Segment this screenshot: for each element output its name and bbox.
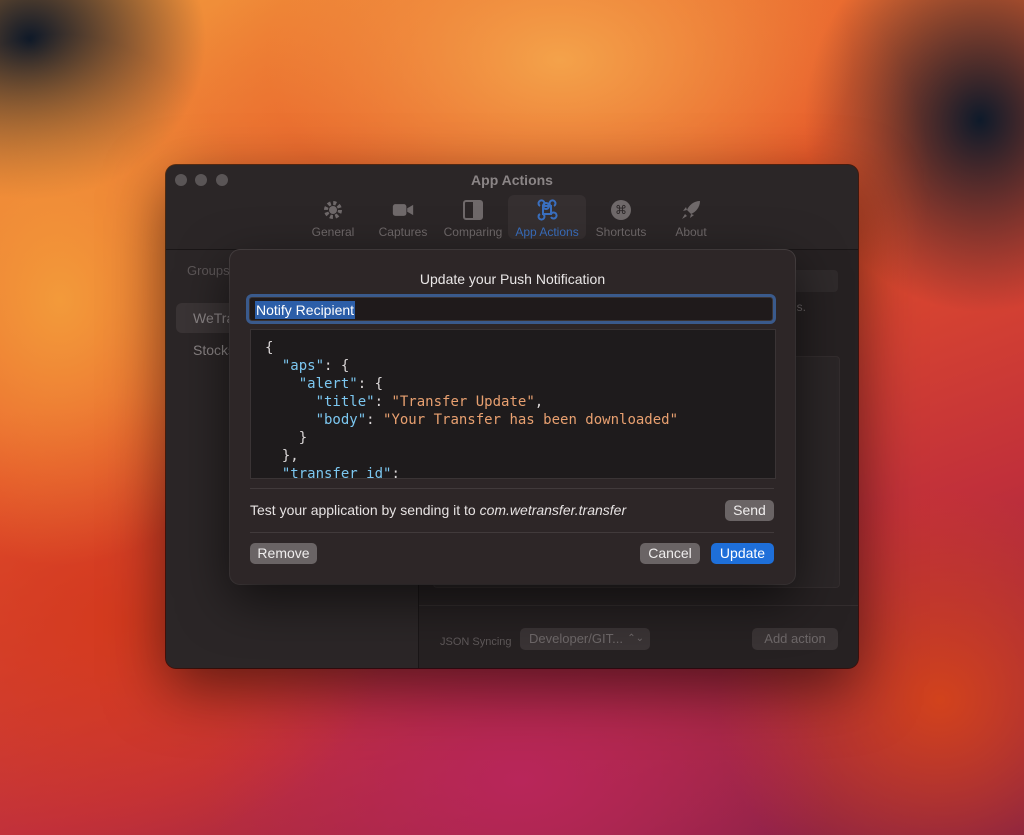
divider xyxy=(250,488,774,489)
json-syncing-select[interactable]: Developer/GIT... ⌃⌄ xyxy=(520,628,650,650)
window-title: App Actions xyxy=(471,172,553,188)
payload-editor[interactable]: { "aps": { "alert": { "title": "Transfer… xyxy=(250,329,776,479)
chevron-updown-icon: ⌃⌄ xyxy=(627,633,644,644)
tab-shortcuts[interactable]: ⌘ Shortcuts xyxy=(586,195,656,239)
update-push-notification-dialog: Update your Push Notification Notify Rec… xyxy=(230,250,795,584)
tab-about[interactable]: About xyxy=(656,195,726,239)
notification-name-value: Notify Recipient xyxy=(255,301,356,319)
preferences-toolbar: General Captures Comparing App Actions ⌘… xyxy=(166,195,858,239)
dialog-title: Update your Push Notification xyxy=(419,271,606,287)
test-text: Test your application by sending it to xyxy=(250,502,480,518)
tab-app-actions-label: App Actions xyxy=(515,225,579,239)
title-bar: App Actions General Captures Comparing A… xyxy=(166,165,858,250)
tab-captures-label: Captures xyxy=(378,225,428,239)
sidebar-header: Groups xyxy=(187,263,230,278)
tab-shortcuts-label: Shortcuts xyxy=(595,225,647,239)
svg-text:⌘: ⌘ xyxy=(615,203,627,217)
bundle-id: com.wetransfer.transfer xyxy=(479,502,627,518)
tab-about-label: About xyxy=(675,225,707,239)
code-line-1: { xyxy=(265,340,274,356)
notification-name-input[interactable]: Notify Recipient xyxy=(249,297,773,321)
tab-captures[interactable]: Captures xyxy=(368,195,438,239)
command-icon xyxy=(536,199,558,221)
sidebar-item-label: Stocks xyxy=(193,342,236,358)
tab-comparing-label: Comparing xyxy=(443,225,503,239)
bottom-bar: JSON Syncing Developer/GIT... ⌃⌄ Add act… xyxy=(419,605,858,668)
split-view-icon xyxy=(462,199,484,221)
add-action-button[interactable]: Add action xyxy=(752,628,838,650)
test-send-description: Test your application by sending it to c… xyxy=(250,502,626,518)
payload-code: { "aps": { "alert": { "title": "Transfer… xyxy=(265,340,679,479)
cancel-button[interactable]: Cancel xyxy=(640,543,700,564)
json-syncing-value: Developer/GIT... xyxy=(529,631,623,646)
divider xyxy=(250,532,774,533)
video-camera-icon xyxy=(392,199,414,221)
tab-app-actions[interactable]: App Actions xyxy=(508,195,586,239)
command-circle-icon: ⌘ xyxy=(610,199,632,221)
json-syncing-label: JSON Syncing xyxy=(440,636,512,648)
tab-general-label: General xyxy=(311,225,355,239)
tab-general[interactable]: General xyxy=(298,195,368,239)
tab-comparing[interactable]: Comparing xyxy=(438,195,508,239)
rocket-icon xyxy=(680,199,702,221)
remove-button[interactable]: Remove xyxy=(250,543,317,564)
update-button[interactable]: Update xyxy=(711,543,774,564)
gear-icon xyxy=(322,199,344,221)
send-button[interactable]: Send xyxy=(725,500,774,521)
